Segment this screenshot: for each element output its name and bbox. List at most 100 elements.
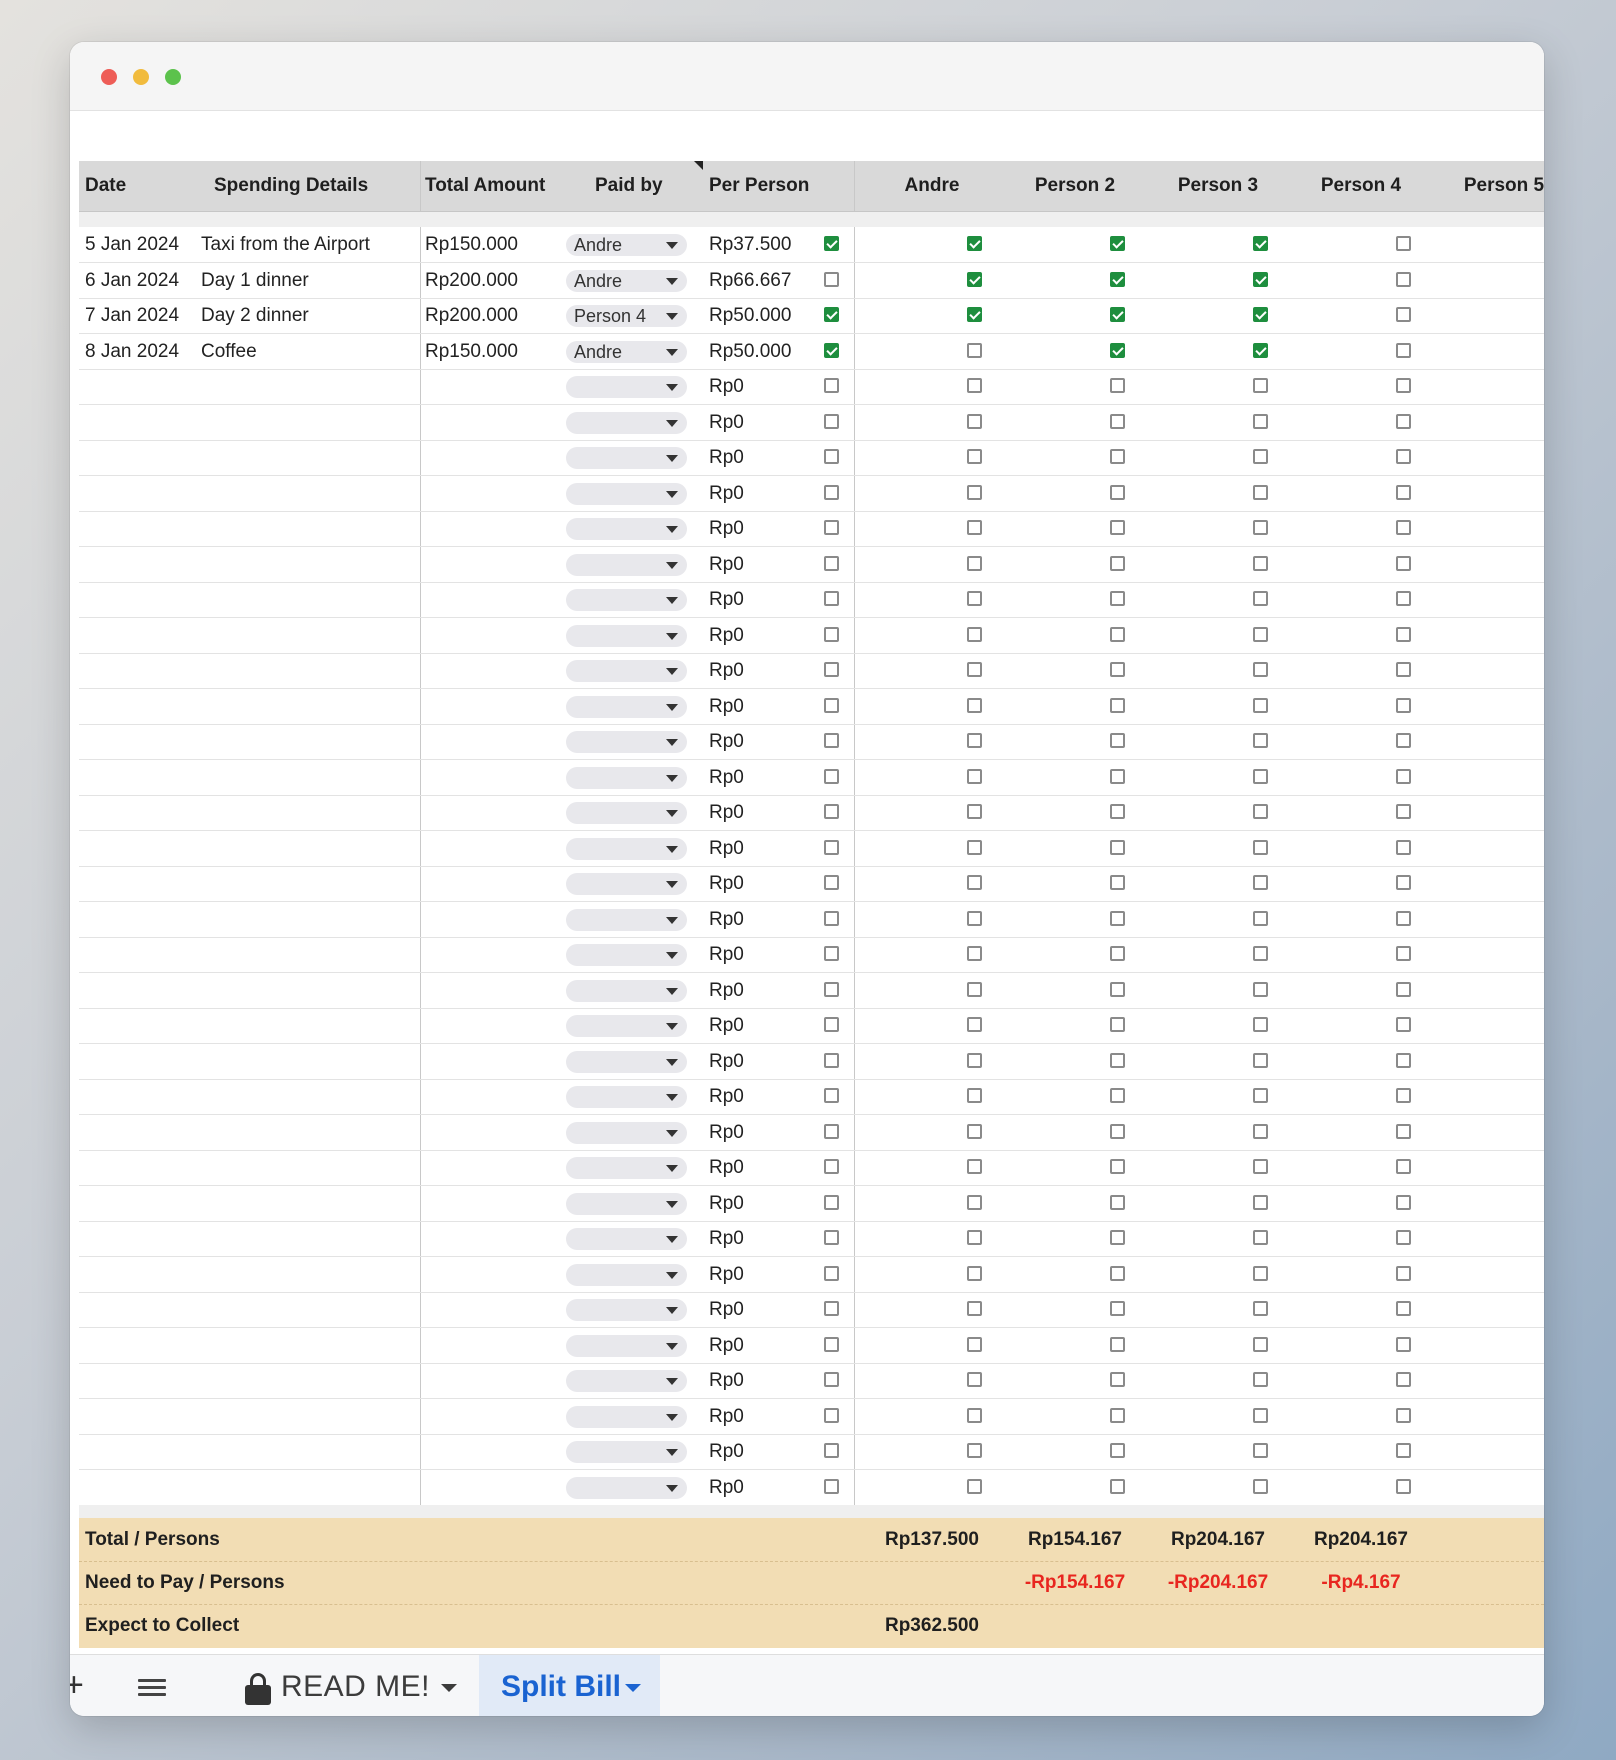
participant-checkbox[interactable]: [1253, 520, 1268, 535]
participant-checkbox[interactable]: [967, 556, 982, 571]
participant-checkbox[interactable]: [1253, 485, 1268, 500]
participant-checkbox[interactable]: [824, 1017, 839, 1032]
participant-checkbox[interactable]: [824, 272, 839, 287]
spending-details-cell[interactable]: Coffee: [201, 334, 257, 369]
paid-by-dropdown[interactable]: [566, 696, 687, 718]
participant-checkbox[interactable]: [824, 698, 839, 713]
participant-checkbox[interactable]: [1110, 662, 1125, 677]
paid-by-dropdown[interactable]: [566, 1477, 687, 1499]
participant-checkbox[interactable]: [1396, 698, 1411, 713]
participant-checkbox[interactable]: [824, 556, 839, 571]
paid-by-dropdown[interactable]: [566, 1015, 687, 1037]
participant-checkbox[interactable]: [1253, 1337, 1268, 1352]
participant-checkbox[interactable]: [1396, 1372, 1411, 1387]
participant-checkbox[interactable]: [1110, 1088, 1125, 1103]
participant-checkbox[interactable]: [1253, 804, 1268, 819]
date-cell[interactable]: 8 Jan 2024: [85, 334, 179, 369]
header-per-person[interactable]: Per Person: [709, 161, 809, 211]
paid-by-dropdown[interactable]: [566, 412, 687, 434]
participant-checkbox[interactable]: [824, 1124, 839, 1139]
paid-by-dropdown[interactable]: [566, 1264, 687, 1286]
participant-checkbox[interactable]: [1110, 1372, 1125, 1387]
participant-checkbox[interactable]: [1253, 556, 1268, 571]
participant-checkbox[interactable]: [1253, 911, 1268, 926]
participant-checkbox[interactable]: [967, 1372, 982, 1387]
participant-checkbox[interactable]: [1253, 1159, 1268, 1174]
participant-checkbox[interactable]: [824, 1159, 839, 1174]
participant-checkbox[interactable]: [824, 1266, 839, 1281]
participant-checkbox[interactable]: [1110, 1266, 1125, 1281]
participant-checkbox[interactable]: [824, 1053, 839, 1068]
participant-checkbox[interactable]: [1253, 662, 1268, 677]
paid-by-dropdown[interactable]: [566, 1441, 687, 1463]
participant-checkbox[interactable]: [824, 343, 839, 358]
participant-checkbox[interactable]: [1396, 1337, 1411, 1352]
participant-checkbox[interactable]: [967, 1088, 982, 1103]
participant-checkbox[interactable]: [1110, 1159, 1125, 1174]
paid-by-dropdown[interactable]: [566, 838, 687, 860]
participant-checkbox[interactable]: [824, 1443, 839, 1458]
participant-checkbox[interactable]: [1110, 1053, 1125, 1068]
header-person-3[interactable]: Person 3: [1148, 161, 1288, 211]
participant-checkbox[interactable]: [1110, 272, 1125, 287]
participant-checkbox[interactable]: [824, 307, 839, 322]
total-amount-cell[interactable]: Rp200.000: [425, 298, 518, 333]
paid-by-dropdown[interactable]: [566, 483, 687, 505]
participant-checkbox[interactable]: [1110, 1301, 1125, 1316]
participant-checkbox[interactable]: [824, 769, 839, 784]
spending-details-cell[interactable]: Taxi from the Airport: [201, 227, 370, 262]
participant-checkbox[interactable]: [1396, 982, 1411, 997]
participant-checkbox[interactable]: [1396, 556, 1411, 571]
participant-checkbox[interactable]: [1396, 343, 1411, 358]
participant-checkbox[interactable]: [1110, 591, 1125, 606]
participant-checkbox[interactable]: [824, 946, 839, 961]
spending-details-cell[interactable]: Day 1 dinner: [201, 263, 309, 298]
participant-checkbox[interactable]: [1396, 307, 1411, 322]
participant-checkbox[interactable]: [1396, 272, 1411, 287]
participant-checkbox[interactable]: [1396, 1053, 1411, 1068]
participant-checkbox[interactable]: [1253, 272, 1268, 287]
participant-checkbox[interactable]: [967, 1266, 982, 1281]
participant-checkbox[interactable]: [1396, 1479, 1411, 1494]
participant-checkbox[interactable]: [824, 1088, 839, 1103]
participant-checkbox[interactable]: [1110, 698, 1125, 713]
participant-checkbox[interactable]: [967, 840, 982, 855]
paid-by-dropdown[interactable]: [566, 980, 687, 1002]
participant-checkbox[interactable]: [824, 520, 839, 535]
participant-checkbox[interactable]: [1253, 1088, 1268, 1103]
participant-checkbox[interactable]: [967, 662, 982, 677]
participant-checkbox[interactable]: [1396, 875, 1411, 890]
participant-checkbox[interactable]: [967, 1479, 982, 1494]
participant-checkbox[interactable]: [1110, 1124, 1125, 1139]
paid-by-dropdown[interactable]: [566, 518, 687, 540]
participant-checkbox[interactable]: [1253, 946, 1268, 961]
participant-checkbox[interactable]: [967, 1443, 982, 1458]
total-amount-cell[interactable]: Rp200.000: [425, 263, 518, 298]
participant-checkbox[interactable]: [1110, 414, 1125, 429]
total-amount-cell[interactable]: Rp150.000: [425, 227, 518, 262]
paid-by-dropdown[interactable]: [566, 1051, 687, 1073]
participant-checkbox[interactable]: [824, 378, 839, 393]
participant-checkbox[interactable]: [1110, 449, 1125, 464]
read-me-chevron-down-icon[interactable]: [441, 1684, 457, 1692]
tab-split-bill[interactable]: Split Bill: [479, 1655, 660, 1716]
paid-by-dropdown[interactable]: [566, 1122, 687, 1144]
participant-checkbox[interactable]: [1253, 875, 1268, 890]
paid-by-dropdown[interactable]: [566, 909, 687, 931]
participant-checkbox[interactable]: [967, 485, 982, 500]
participant-checkbox[interactable]: [967, 307, 982, 322]
participant-checkbox[interactable]: [1253, 982, 1268, 997]
participant-checkbox[interactable]: [1110, 804, 1125, 819]
minimize-window-button[interactable]: [133, 69, 149, 85]
participant-checkbox[interactable]: [1253, 378, 1268, 393]
participant-checkbox[interactable]: [1396, 1443, 1411, 1458]
participant-checkbox[interactable]: [1110, 1337, 1125, 1352]
paid-by-dropdown[interactable]: [566, 554, 687, 576]
participant-checkbox[interactable]: [1253, 343, 1268, 358]
close-window-button[interactable]: [101, 69, 117, 85]
participant-checkbox[interactable]: [1253, 1479, 1268, 1494]
participant-checkbox[interactable]: [1110, 627, 1125, 642]
participant-checkbox[interactable]: [1396, 1266, 1411, 1281]
participant-checkbox[interactable]: [1110, 911, 1125, 926]
participant-checkbox[interactable]: [1253, 1372, 1268, 1387]
